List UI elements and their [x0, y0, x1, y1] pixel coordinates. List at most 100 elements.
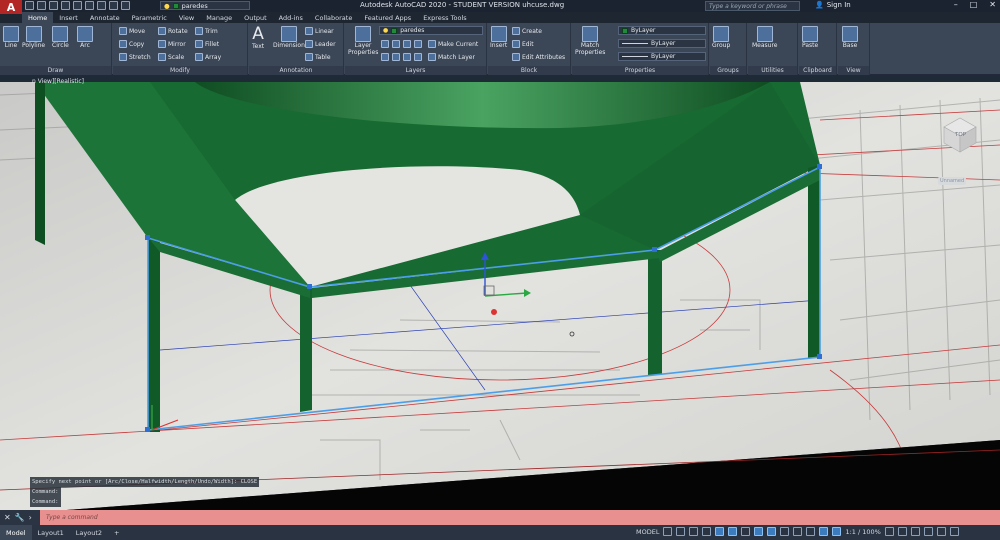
copy-button[interactable]: Copy: [119, 40, 144, 48]
layer-off-icon[interactable]: [381, 40, 389, 48]
close-button[interactable]: ✕: [989, 0, 996, 9]
3dosnap-icon[interactable]: [767, 527, 777, 536]
layer-thaw-icon[interactable]: [403, 53, 411, 61]
match-properties-button[interactable]: Match Properties: [575, 26, 605, 56]
group-button[interactable]: Group: [712, 26, 730, 49]
insert-button[interactable]: Insert: [490, 26, 507, 49]
layer-unisolate-icon[interactable]: [392, 53, 400, 61]
hardware-acceleration-icon[interactable]: [923, 527, 933, 536]
new-icon[interactable]: [25, 1, 34, 10]
mirror-button[interactable]: Mirror: [158, 40, 186, 48]
command-input[interactable]: Type a command: [46, 514, 98, 521]
scale-button[interactable]: Scale: [158, 53, 184, 61]
viewport-controls-label[interactable]: n View][Realistic]: [32, 78, 84, 85]
tab-parametric[interactable]: Parametric: [126, 12, 173, 23]
clean-screen-icon[interactable]: [936, 527, 946, 536]
viewcube-top-label[interactable]: TOP: [955, 132, 966, 138]
plot-icon[interactable]: [85, 1, 94, 10]
tab-model[interactable]: Model: [0, 525, 32, 540]
panel-view-title[interactable]: View: [838, 66, 869, 75]
auto-scale-icon[interactable]: [832, 527, 842, 536]
lineweight-icon[interactable]: [780, 527, 790, 536]
lineweight-dropdown[interactable]: ByLayer: [618, 52, 706, 61]
tab-layout1[interactable]: Layout1: [32, 525, 70, 540]
annotation-visibility-icon[interactable]: [819, 527, 829, 536]
layer-dropdown[interactable]: ● paredes: [379, 26, 483, 35]
ortho-icon[interactable]: [702, 527, 712, 536]
otrack-icon[interactable]: [741, 527, 751, 536]
tab-view[interactable]: View: [173, 12, 200, 23]
panel-utilities-title[interactable]: Utilities: [748, 66, 797, 75]
isolate-objects-icon[interactable]: [910, 527, 920, 536]
layer-freeze-icon[interactable]: [403, 40, 411, 48]
fillet-button[interactable]: Fillet: [195, 40, 219, 48]
edit-button[interactable]: Edit: [512, 40, 534, 48]
wrench-icon[interactable]: 🔧: [15, 513, 25, 522]
layer-lock-icon[interactable]: [414, 40, 422, 48]
tab-home[interactable]: Home: [22, 12, 54, 23]
measure-button[interactable]: Measure: [752, 26, 778, 49]
qat-layer-dropdown[interactable]: ● paredes: [160, 1, 250, 10]
move-button[interactable]: Move: [119, 27, 145, 35]
rotate-button[interactable]: Rotate: [158, 27, 188, 35]
snap-icon[interactable]: [676, 527, 686, 536]
annotation-scale[interactable]: 1:1 / 100%: [845, 528, 880, 536]
add-layout-button[interactable]: +: [108, 525, 125, 540]
panel-modify-title[interactable]: Modify: [113, 66, 247, 75]
transparency-icon[interactable]: [793, 527, 803, 536]
layer-on-icon[interactable]: [381, 53, 389, 61]
polyline-button[interactable]: Polyline: [22, 26, 45, 49]
minimize-button[interactable]: –: [954, 0, 958, 9]
save-as-icon[interactable]: [61, 1, 70, 10]
infer-icon[interactable]: [689, 527, 699, 536]
panel-draw-title[interactable]: Draw: [0, 66, 111, 75]
tab-featured-apps[interactable]: Featured Apps: [358, 12, 417, 23]
dimension-button[interactable]: Dimension: [273, 26, 305, 49]
panel-layers-title[interactable]: Layers: [345, 66, 486, 75]
wcs-menu[interactable]: Unnamed: [938, 177, 967, 185]
array-button[interactable]: Array: [195, 53, 221, 61]
line-button[interactable]: Line: [3, 26, 19, 49]
circle-button[interactable]: Circle: [52, 26, 69, 49]
leader-button[interactable]: Leader: [305, 40, 336, 48]
trim-button[interactable]: Trim: [195, 27, 218, 35]
sign-in-button[interactable]: 👤 Sign In: [815, 1, 851, 9]
open-icon[interactable]: [37, 1, 46, 10]
drawing-viewport[interactable]: n View][Realistic] TOP Unnamed: [0, 75, 1000, 510]
text-button[interactable]: A Text: [252, 26, 264, 51]
close-icon[interactable]: ✕: [4, 513, 11, 522]
stretch-button[interactable]: Stretch: [119, 53, 151, 61]
selection-cycling-icon[interactable]: [806, 527, 816, 536]
table-button[interactable]: Table: [305, 53, 331, 61]
tab-layout2[interactable]: Layout2: [70, 525, 108, 540]
color-dropdown[interactable]: ByLayer: [618, 26, 706, 35]
plus-icon[interactable]: [897, 527, 907, 536]
tab-insert[interactable]: Insert: [53, 12, 84, 23]
redo-icon[interactable]: [109, 1, 118, 10]
layer-unlock-icon[interactable]: [414, 53, 422, 61]
tab-add-ins[interactable]: Add-ins: [273, 12, 309, 23]
match-layer-button[interactable]: Match Layer: [428, 53, 475, 61]
panel-annotation-title[interactable]: Annotation: [249, 66, 343, 75]
linear-button[interactable]: Linear: [305, 27, 334, 35]
polar-icon[interactable]: [715, 527, 725, 536]
maximize-button[interactable]: □: [970, 0, 978, 9]
paste-button[interactable]: Paste: [802, 26, 818, 49]
customization-menu-icon[interactable]: [949, 527, 959, 536]
model-space-label[interactable]: MODEL: [636, 528, 659, 536]
undo-icon[interactable]: [97, 1, 106, 10]
panel-groups-title[interactable]: Groups: [710, 66, 746, 75]
search-input[interactable]: Type a keyword or phrase: [705, 1, 800, 11]
layer-isolate-icon[interactable]: [392, 40, 400, 48]
tab-annotate[interactable]: Annotate: [84, 12, 126, 23]
share-icon[interactable]: [121, 1, 130, 10]
tab-manage[interactable]: Manage: [200, 12, 238, 23]
save-icon[interactable]: [49, 1, 58, 10]
panel-block-title[interactable]: Block: [488, 66, 570, 75]
tab-output[interactable]: Output: [238, 12, 273, 23]
panel-properties-title[interactable]: Properties: [572, 66, 708, 75]
osnap-icon[interactable]: [754, 527, 764, 536]
linetype-dropdown[interactable]: ByLayer: [618, 39, 706, 48]
tab-express-tools[interactable]: Express Tools: [417, 12, 472, 23]
tab-collaborate[interactable]: Collaborate: [309, 12, 358, 23]
